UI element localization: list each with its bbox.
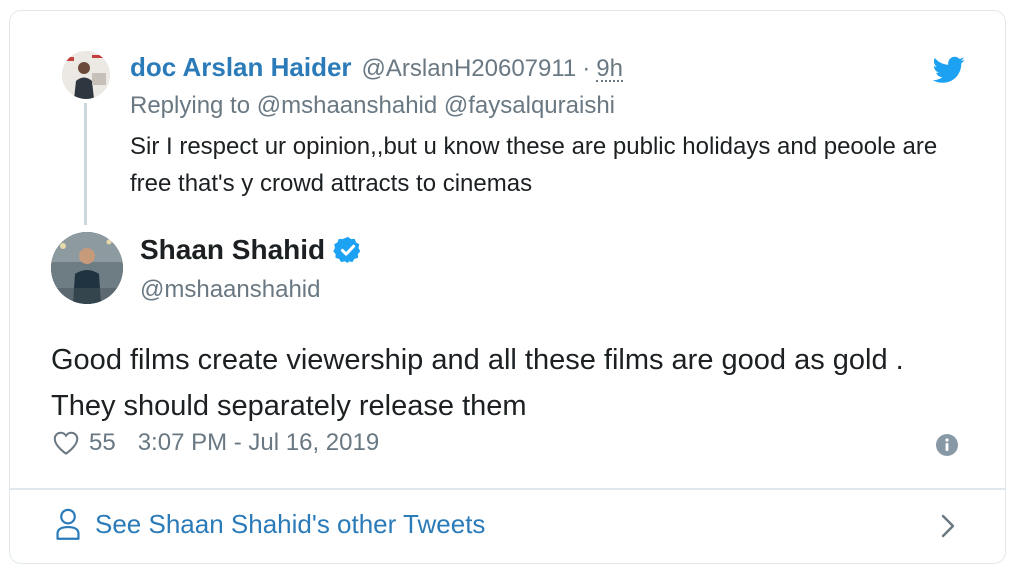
parent-author-name[interactable]: doc Arslan Haider [130, 52, 352, 83]
replying-to-mention-faysalquraishi[interactable]: @faysalquraishi [444, 92, 615, 119]
see-other-tweets-label[interactable]: See Shaan Shahid's other Tweets [95, 509, 485, 540]
main-tweet-text: Good films create viewership and all the… [51, 344, 904, 422]
tweet-timestamp[interactable]: 3:07 PM - Jul 16, 2019 [138, 429, 379, 457]
replying-to-mention-mshaanshahid[interactable]: @mshaanshahid [257, 92, 437, 119]
parent-author-avatar[interactable] [62, 51, 110, 99]
heart-icon[interactable] [51, 428, 81, 458]
footer-divider [10, 488, 1005, 490]
parent-author-handle[interactable]: @ArslanH20607911 [362, 55, 577, 83]
replying-to-line: Replying to @mshaanshahid @faysalquraish… [130, 92, 615, 120]
thread-connector-line [84, 103, 87, 225]
parent-tweet-time[interactable]: 9h [596, 57, 623, 82]
replying-prefix: Replying to [130, 92, 251, 119]
person-icon [56, 508, 80, 540]
chevron-right-icon[interactable] [938, 511, 958, 541]
main-author-name-row: Shaan Shahid [140, 234, 363, 266]
main-author-avatar[interactable] [51, 232, 123, 304]
twitter-bird-icon[interactable] [933, 56, 965, 84]
verified-badge-icon [333, 236, 361, 264]
main-author-handle[interactable]: @mshaanshahid [140, 276, 320, 304]
info-icon[interactable] [935, 433, 959, 457]
tweet-meta-row: 55 3:07 PM - Jul 16, 2019 [51, 428, 379, 458]
separator-dot: · [582, 55, 591, 82]
parent-tweet-text: Sir I respect ur opinion,,but u know the… [130, 133, 938, 197]
parent-tweet-header: doc Arslan Haider @ArslanH20607911 · 9h [130, 52, 623, 86]
see-other-tweets-link[interactable]: See Shaan Shahid's other Tweets [55, 508, 485, 540]
main-author-name[interactable]: Shaan Shahid [140, 234, 325, 266]
like-count[interactable]: 55 [89, 429, 116, 457]
